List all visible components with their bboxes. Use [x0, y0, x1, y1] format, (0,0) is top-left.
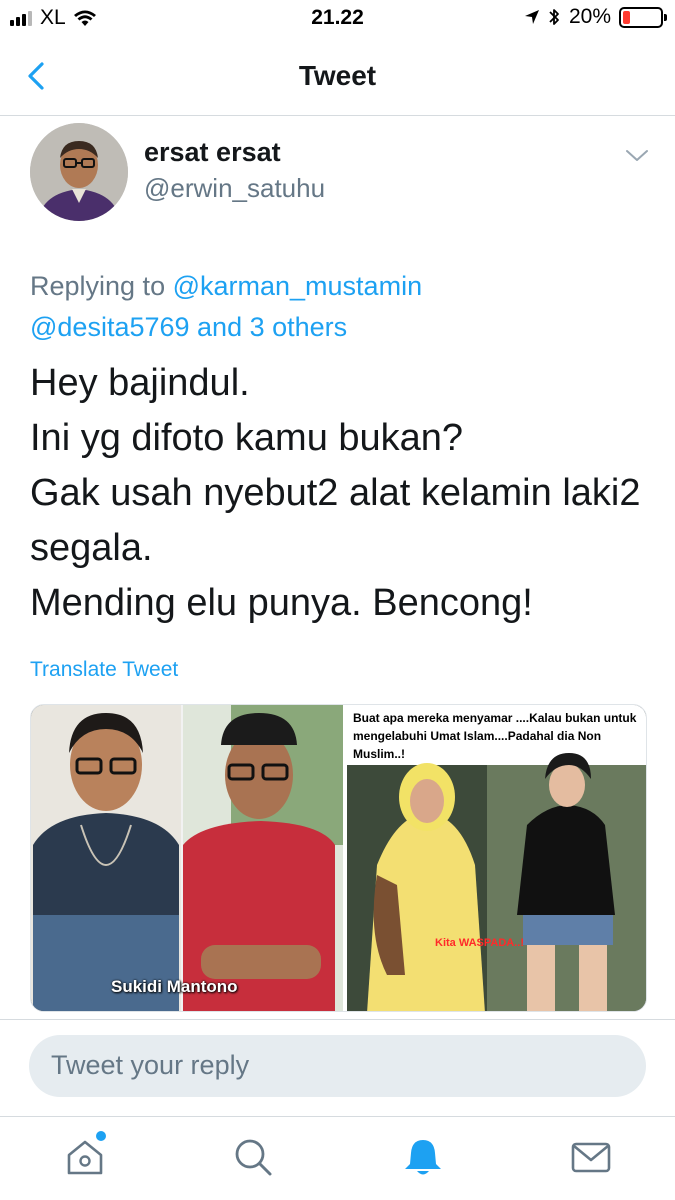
meme-caption: Buat apa mereka menyamar ....Kalau bukan… [353, 711, 637, 761]
photo-label: Sukidi Mantono [111, 977, 238, 996]
battery-level [623, 10, 631, 24]
status-right: 20% [524, 5, 667, 29]
notifications-icon[interactable] [401, 1135, 445, 1179]
battery-percent: 20% [568, 5, 611, 28]
tweet-line: Mending elu punya. Bencong! [30, 582, 533, 624]
translate-tweet-link[interactable]: Translate Tweet [30, 658, 178, 682]
others-link[interactable]: and 3 others [190, 312, 347, 342]
replying-to: Replying to @karman_mustamin @desita5769… [30, 266, 650, 348]
meme-stamp: Kita WASPADA..! [435, 937, 525, 949]
tab-bar [0, 1116, 675, 1200]
messages-icon[interactable] [569, 1135, 613, 1179]
tweet-media[interactable]: Sukidi Mantono Buat apa mereka menyamar … [30, 704, 647, 1012]
tweet-text: Hey bajindul. Ini yg difoto kamu bukan? … [30, 356, 650, 631]
bluetooth-icon [549, 9, 559, 25]
page-title: Tweet [298, 60, 377, 91]
divider [0, 1019, 675, 1020]
author-name[interactable]: ersat ersat [144, 137, 281, 168]
replying-prefix: Replying to [30, 271, 173, 301]
chevron-down-icon[interactable] [624, 146, 650, 166]
mention-link[interactable]: @desita5769 [30, 312, 190, 342]
tweet-line: Gak usah nyebut2 alat kelamin laki2 [30, 472, 641, 514]
tweet-line: Ini yg difoto kamu bukan? [30, 417, 464, 459]
reply-placeholder: Tweet your reply [51, 1050, 250, 1080]
home-notification-dot [96, 1131, 106, 1141]
photo-collage-image [31, 705, 343, 1011]
avatar-image [30, 123, 128, 221]
avatar[interactable] [30, 123, 128, 221]
media-photo-left[interactable]: Sukidi Mantono [31, 705, 343, 1011]
tweet-line: Hey bajindul. [30, 362, 250, 404]
status-bar: XL 21.22 20% [0, 0, 675, 38]
mention-link[interactable]: @karman_mustamin [173, 271, 423, 301]
author-handle[interactable]: @erwin_satuhu [144, 173, 325, 204]
nav-bar: Tweet [0, 38, 675, 116]
battery-icon [619, 6, 667, 28]
media-photo-right[interactable]: Buat apa mereka menyamar ....Kalau bukan… [343, 705, 646, 1011]
home-icon[interactable] [63, 1135, 107, 1179]
reply-input[interactable]: Tweet your reply [29, 1035, 646, 1097]
tweet-line: segala. [30, 527, 153, 569]
location-arrow-icon [524, 10, 539, 24]
search-icon[interactable] [231, 1135, 275, 1179]
